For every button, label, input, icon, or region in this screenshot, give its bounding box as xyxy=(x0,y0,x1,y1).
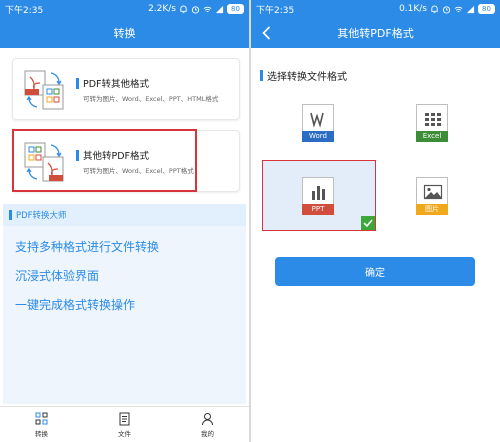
wifi-icon xyxy=(203,6,212,12)
format-option-image[interactable]: 图片 xyxy=(416,177,448,215)
scan-convert-icon xyxy=(35,412,48,424)
promo-accent-bar xyxy=(9,210,12,220)
status-bar: 下午2:35 2.2K/s 80 xyxy=(0,0,249,18)
chevron-left-icon xyxy=(261,26,270,40)
promo-header: PDF转换大师 xyxy=(3,204,246,226)
format-label: Word xyxy=(302,131,334,142)
section-title: 选择转换文件格式 xyxy=(267,72,347,83)
battery-indicator: 80 xyxy=(478,4,495,14)
left-screen: 下午2:35 2.2K/s 80 转换 PDF转其他格式 可转为图片、Word、… xyxy=(0,0,249,442)
confirm-button[interactable]: 确定 xyxy=(275,257,475,286)
tab-label: 转换 xyxy=(35,429,48,438)
status-bar: 下午2:35 0.1K/s 80 xyxy=(251,0,500,18)
format-label: Excel xyxy=(416,131,448,142)
card-accent-bar xyxy=(76,78,79,89)
format-option-excel[interactable]: Excel xyxy=(416,104,448,142)
person-icon xyxy=(202,412,213,425)
status-time: 下午2:35 xyxy=(5,5,44,16)
card-title: PDF转其他格式 xyxy=(83,79,150,90)
other-to-pdf-card[interactable]: 其他转PDF格式 可转为图片、Word、Excel、PPT格式 xyxy=(12,130,240,192)
back-button[interactable] xyxy=(259,24,273,42)
tab-files[interactable]: 文件 xyxy=(83,407,166,442)
card-accent-bar xyxy=(76,150,79,161)
promo-title: PDF转换大师 xyxy=(16,211,67,221)
promo-line: 沉浸式体验界面 xyxy=(15,269,100,283)
app-bar: 其他转PDF格式 xyxy=(251,18,500,48)
right-screen: 下午2:35 0.1K/s 80 其他转PDF格式 选择转换文件格式 Word … xyxy=(251,0,500,442)
wifi-icon xyxy=(454,6,463,12)
promo-line: 支持多种格式进行文件转换 xyxy=(15,240,160,254)
tab-label: 文件 xyxy=(118,429,131,438)
network-speed: 2.2K/s xyxy=(148,4,176,14)
format-option-word[interactable]: Word xyxy=(302,104,334,142)
section-accent-bar xyxy=(260,70,263,81)
pdf-to-other-card[interactable]: PDF转其他格式 可转为图片、Word、Excel、PPT、HTML格式 xyxy=(12,58,240,120)
card-title: 其他转PDF格式 xyxy=(83,151,150,162)
card-subtitle: 可转为图片、Word、Excel、PPT、HTML格式 xyxy=(83,95,219,103)
word-icon xyxy=(310,112,324,128)
network-speed: 0.1K/s xyxy=(399,4,427,14)
document-icon xyxy=(119,412,130,425)
tab-mine[interactable]: 我的 xyxy=(166,407,249,442)
alarm-icon xyxy=(442,5,451,14)
pdf-to-other-icon xyxy=(24,70,64,110)
other-to-pdf-icon xyxy=(24,142,64,182)
bottom-tab-bar: 转换 文件 我的 xyxy=(0,406,249,442)
tab-convert[interactable]: 转换 xyxy=(0,407,83,442)
alarm-icon xyxy=(191,5,200,14)
bell-icon xyxy=(180,5,187,13)
checkmark-icon xyxy=(361,216,375,230)
tab-label: 我的 xyxy=(201,429,214,438)
excel-icon xyxy=(425,113,441,126)
format-label: 图片 xyxy=(416,204,448,215)
promo-line: 一键完成格式转换操作 xyxy=(15,298,136,312)
page-title: 其他转PDF格式 xyxy=(337,27,414,40)
format-option-ppt[interactable]: PPT xyxy=(302,177,334,215)
app-bar: 转换 xyxy=(0,18,249,48)
promo-panel: PDF转换大师 支持多种格式进行文件转换 沉浸式体验界面 一键完成格式转换操作 xyxy=(3,204,246,404)
signal-icon xyxy=(215,5,224,13)
image-icon xyxy=(423,184,443,200)
signal-icon xyxy=(466,5,475,13)
battery-indicator: 80 xyxy=(227,4,244,14)
screenshot-root: 下午2:35 2.2K/s 80 转换 PDF转其他格式 可转为图片、Word、… xyxy=(0,0,500,442)
format-label: PPT xyxy=(302,204,334,215)
card-subtitle: 可转为图片、Word、Excel、PPT格式 xyxy=(83,167,194,175)
bell-icon xyxy=(431,5,438,13)
ppt-icon xyxy=(312,186,325,200)
status-time: 下午2:35 xyxy=(256,5,295,16)
page-title: 转换 xyxy=(113,27,136,40)
